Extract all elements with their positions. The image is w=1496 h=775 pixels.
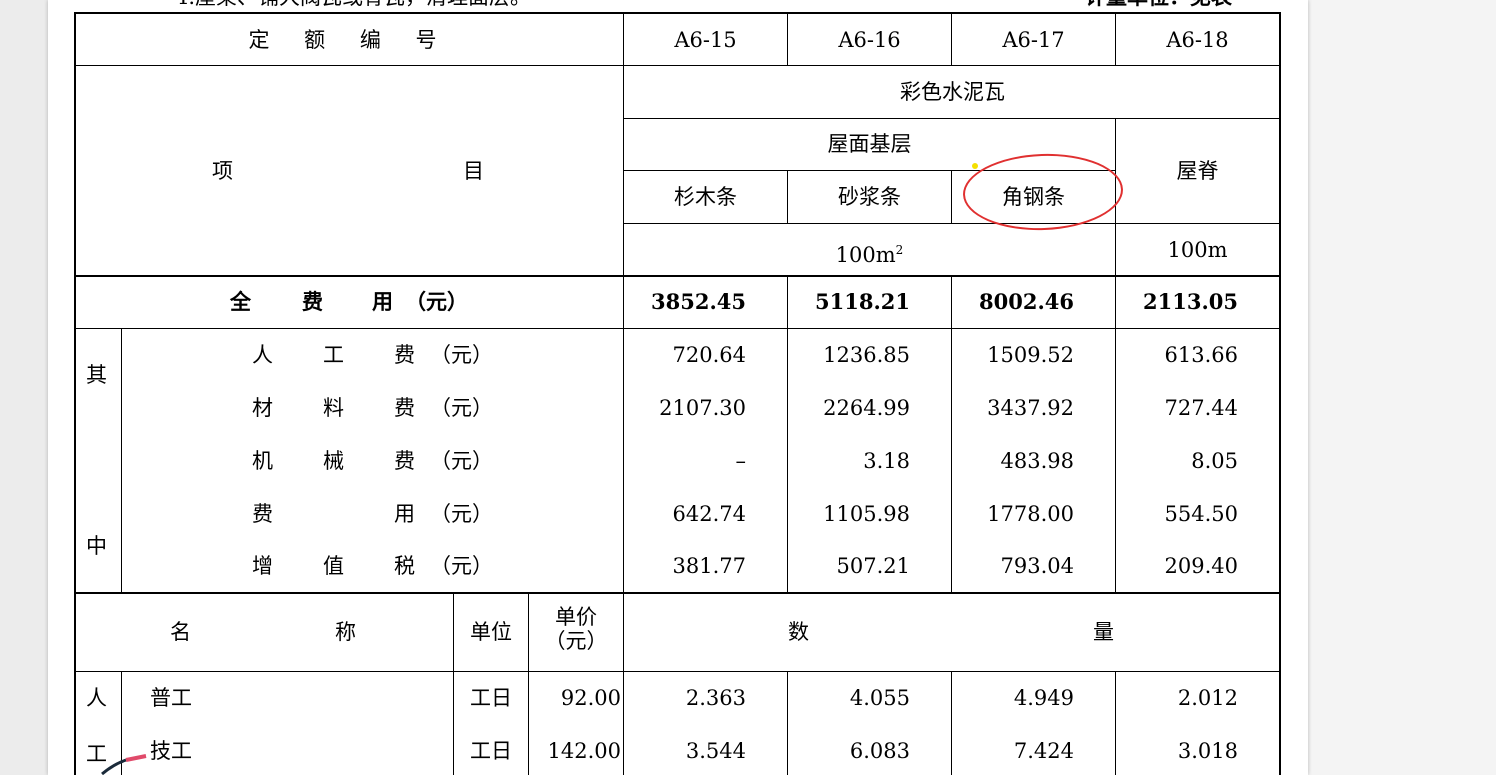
cell-value: 2107.30 <box>659 396 746 420</box>
cell-value: 727.44 <box>1164 396 1238 420</box>
row-char: 机 <box>252 449 273 473</box>
cell-value: 381.77 <box>672 554 746 578</box>
res-qty-right: 量 <box>1093 620 1114 644</box>
breakdown-side-bottom: 中 <box>86 534 107 558</box>
row-char: 增 <box>252 554 273 578</box>
total-label-unit: （元） <box>405 290 468 314</box>
res-price-top: 单价 <box>555 605 597 629</box>
row-unit: （元） <box>430 554 493 578</box>
resource-unit: 工日 <box>470 686 512 710</box>
total-value: 5118.21 <box>815 289 910 314</box>
unit-area: 100m2 <box>835 243 904 267</box>
res-unit-header: 单位 <box>470 620 512 644</box>
row-char: 费 <box>394 396 415 420</box>
row-char: 费 <box>394 449 415 473</box>
cell-value: 613.66 <box>1164 343 1238 367</box>
cut-header-left: 4.屋架、铺大阀瓦或骨瓦，清理面层。 <box>175 0 575 8</box>
total-label-3: 用 <box>372 290 393 314</box>
cut-header-right: 计量单位：见表 <box>1085 0 1245 8</box>
res-price-bottom: （元） <box>544 629 608 653</box>
row-char: 材 <box>252 396 273 420</box>
cell-value: 209.40 <box>1164 554 1238 578</box>
cell-value: – <box>735 449 747 473</box>
row-char: 械 <box>323 449 344 473</box>
item-label-right: 目 <box>463 159 484 183</box>
code-a6-17: A6-17 <box>1002 28 1065 52</box>
viewer-background <box>1308 0 1496 775</box>
cell-value: 483.98 <box>1000 449 1074 473</box>
res-qty-left: 数 <box>788 620 809 644</box>
cell-value: 3.018 <box>1177 739 1238 763</box>
resource-name: 普工 <box>150 686 192 710</box>
cell-value: 2264.99 <box>823 396 910 420</box>
cell-value: 4.949 <box>1013 686 1074 710</box>
row-unit: （元） <box>430 502 493 526</box>
type-mortar-strip: 砂浆条 <box>838 185 901 209</box>
cell-value: 4.055 <box>849 686 910 710</box>
cell-value: 1105.98 <box>823 502 910 526</box>
row-char: 料 <box>323 396 344 420</box>
cell-value: 720.64 <box>672 343 746 367</box>
row-char: 用 <box>394 502 415 526</box>
resource-name: 技工 <box>150 739 192 763</box>
highlight-dot-annotation <box>972 163 978 169</box>
total-value: 2113.05 <box>1143 289 1238 314</box>
resource-unit: 工日 <box>470 739 512 763</box>
cell-value: 642.74 <box>672 502 746 526</box>
breakdown-side-top: 其 <box>86 363 107 387</box>
total-value: 3852.45 <box>651 289 746 314</box>
document-page <box>48 0 1308 775</box>
cell-value: 2.012 <box>1177 686 1238 710</box>
row-char: 值 <box>323 554 344 578</box>
code-a6-16: A6-16 <box>838 28 901 52</box>
row-char: 费 <box>394 343 415 367</box>
unit-length: 100m <box>1167 238 1228 262</box>
row-char: 人 <box>252 343 273 367</box>
row-char: 费 <box>252 502 273 526</box>
cell-value: 7.424 <box>1013 739 1074 763</box>
total-label-2: 费 <box>302 290 323 314</box>
resource-price: 142.00 <box>547 739 621 763</box>
row-unit: （元） <box>430 449 493 473</box>
labor-side-top: 人 <box>86 686 107 710</box>
cell-value: 8.05 <box>1191 449 1238 473</box>
row-unit: （元） <box>430 343 493 367</box>
cell-value: 554.50 <box>1164 502 1238 526</box>
item-label-left: 项 <box>212 159 233 183</box>
resource-price: 92.00 <box>560 686 621 710</box>
res-name-left: 名 <box>170 620 191 644</box>
total-label-1: 全 <box>230 290 251 314</box>
row-char: 工 <box>323 343 344 367</box>
cell-value: 3.544 <box>685 739 746 763</box>
res-name-right: 称 <box>335 620 356 644</box>
cell-value: 3.18 <box>863 449 910 473</box>
cell-value: 6.083 <box>849 739 910 763</box>
row-char: 税 <box>394 554 415 578</box>
total-value: 8002.46 <box>979 289 1074 314</box>
cell-value: 1236.85 <box>823 343 910 367</box>
row-unit: （元） <box>430 396 493 420</box>
cell-value: 1778.00 <box>987 502 1074 526</box>
cell-value: 507.21 <box>836 554 910 578</box>
code-a6-18: A6-18 <box>1166 28 1229 52</box>
ridge-label: 屋脊 <box>1176 159 1219 183</box>
cell-value: 1509.52 <box>987 343 1074 367</box>
type-fir-strip: 杉木条 <box>674 185 737 209</box>
cell-value: 3437.92 <box>987 396 1074 420</box>
code-a6-15: A6-15 <box>674 28 737 52</box>
code-label: 定 额 编 号 <box>248 28 451 52</box>
cell-value: 793.04 <box>1000 554 1074 578</box>
group-title: 彩色水泥瓦 <box>900 80 1005 104</box>
cell-value: 2.363 <box>685 686 746 710</box>
pen-stroke-annotation <box>101 754 147 775</box>
